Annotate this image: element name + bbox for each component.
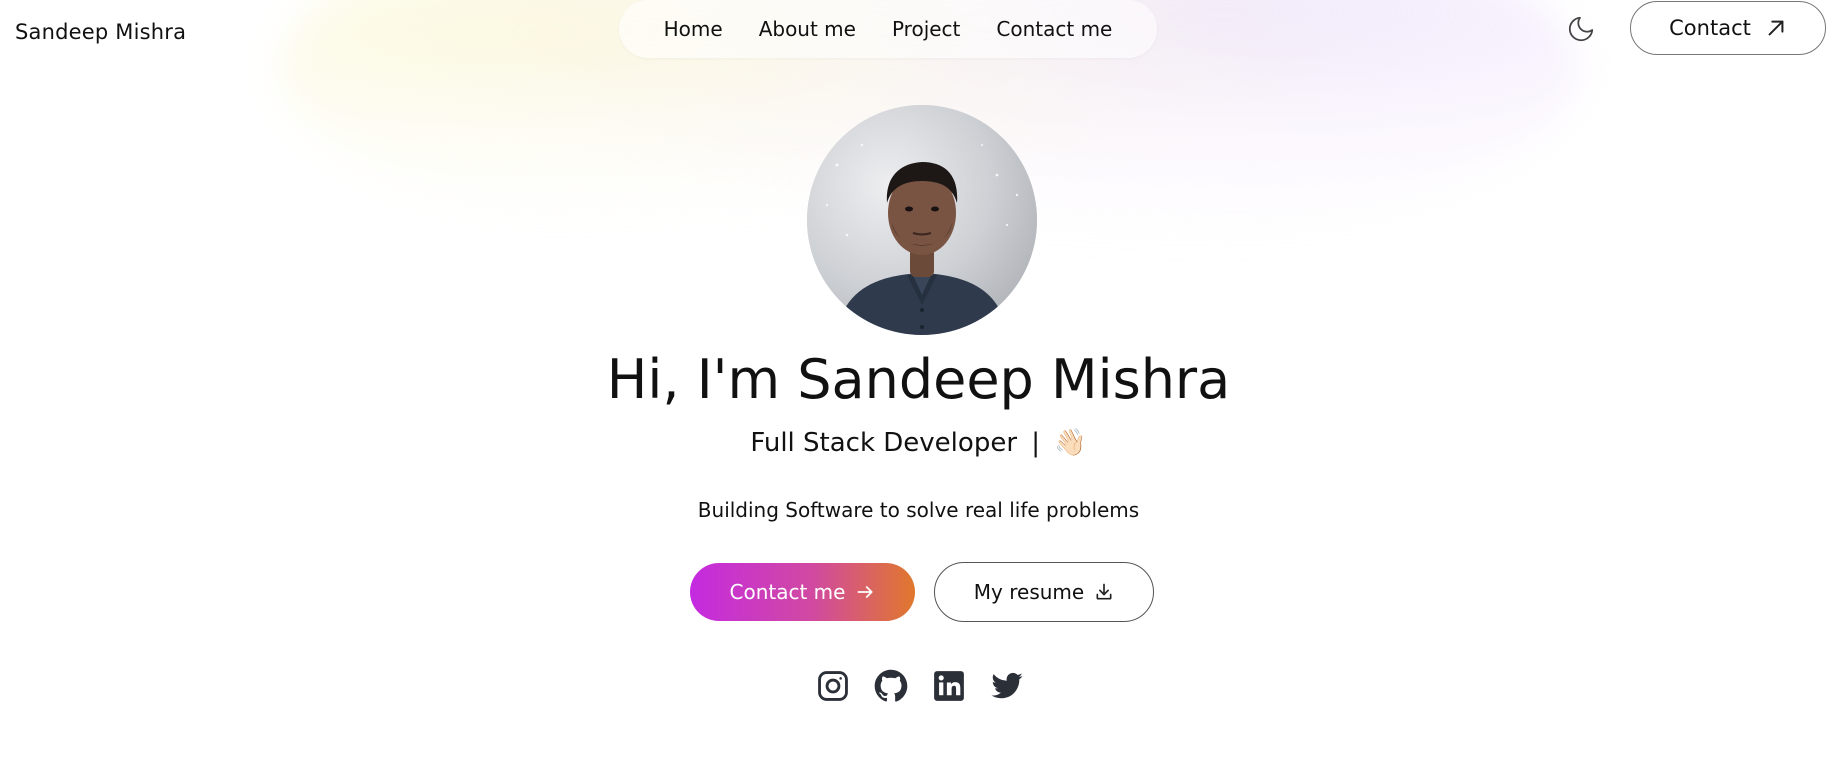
download-icon bbox=[1094, 582, 1114, 602]
contact-me-label: Contact me bbox=[729, 580, 846, 604]
main-nav: Home About me Project Contact me bbox=[619, 0, 1157, 58]
social-links bbox=[816, 669, 1024, 703]
instagram-icon[interactable] bbox=[816, 669, 850, 703]
moon-icon[interactable] bbox=[1566, 14, 1596, 44]
hero-subtitle-row: Full Stack Developer | 👋🏻 bbox=[0, 428, 1837, 458]
arrow-right-icon bbox=[855, 582, 875, 602]
page: Sandeep Mishra Home About me Project Con… bbox=[0, 0, 1837, 760]
brand-name[interactable]: Sandeep Mishra bbox=[15, 20, 186, 44]
waving-hand-emoji: 👋🏻 bbox=[1054, 428, 1087, 458]
nav-about-me[interactable]: About me bbox=[759, 17, 856, 41]
profile-photo bbox=[807, 105, 1037, 335]
hero-title: Hi, I'm Sandeep Mishra bbox=[606, 348, 1231, 411]
nav-home[interactable]: Home bbox=[664, 17, 723, 41]
contact-me-button[interactable]: Contact me bbox=[690, 563, 915, 621]
github-icon[interactable] bbox=[874, 669, 908, 703]
nav-project[interactable]: Project bbox=[892, 17, 960, 41]
hero-tagline: Building Software to solve real life pro… bbox=[697, 498, 1140, 522]
contact-header-label: Contact bbox=[1669, 16, 1751, 40]
arrow-up-right-icon bbox=[1765, 17, 1787, 39]
hero-subtitle: Full Stack Developer bbox=[750, 428, 1018, 458]
twitter-icon[interactable] bbox=[990, 669, 1024, 703]
subtitle-separator: | bbox=[1031, 428, 1041, 458]
contact-header-button[interactable]: Contact bbox=[1630, 1, 1826, 55]
my-resume-label: My resume bbox=[973, 580, 1085, 604]
linkedin-icon[interactable] bbox=[932, 669, 966, 703]
nav-contact-me[interactable]: Contact me bbox=[996, 17, 1112, 41]
my-resume-button[interactable]: My resume bbox=[934, 562, 1154, 622]
